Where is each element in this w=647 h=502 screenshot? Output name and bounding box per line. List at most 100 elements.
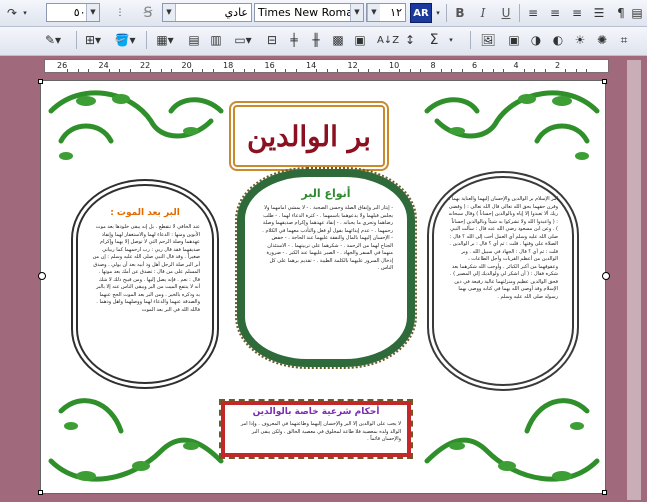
document-page[interactable]: بر الوالدين البر بعد الموت : عند الحاقي … — [40, 80, 606, 494]
ruler-tick — [461, 69, 463, 72]
resize-handle[interactable] — [602, 272, 610, 280]
ruler-tick — [160, 69, 162, 72]
split-cells-icon[interactable]: ⊟ — [262, 30, 282, 50]
sort-descending-icon[interactable]: ↕ — [400, 30, 420, 50]
zoom-select[interactable]: %٥٠ ▼ — [46, 3, 100, 22]
table-properties-icon[interactable]: ▣ — [350, 30, 370, 50]
ruler-scale[interactable]: 26 24 22 20 18 16 14 12 10 8 6 4 2 — [44, 59, 609, 73]
ruler-tick — [316, 69, 318, 72]
ruler-tick — [233, 69, 235, 72]
ruler-label: 10 — [389, 61, 400, 70]
ruler-tick — [108, 69, 110, 72]
left-margin-area — [0, 76, 40, 502]
left-panel[interactable]: البر بعد الموت : عند الحاقي لا تنقطع . ب… — [71, 179, 219, 389]
ruler-label: 2 — [555, 61, 561, 70]
right-panel-text: أمر الإسلام بر الوالدين والإحسان إليهما … — [448, 196, 558, 300]
title-frame[interactable]: بر الوالدين — [229, 101, 389, 171]
styles-pane-icon[interactable]: Ꞩ — [138, 3, 158, 23]
ruler-tick — [399, 69, 401, 72]
italic-button[interactable]: I — [473, 3, 493, 23]
distribute-columns-icon[interactable]: ╫ — [306, 30, 326, 50]
image-mode-icon[interactable]: ▣ — [504, 30, 524, 50]
crop-icon[interactable]: ⌗ — [614, 30, 634, 50]
ruler-tick — [119, 69, 121, 72]
ar-language-label: AR — [413, 7, 429, 19]
rtl-direction-icon[interactable]: ¶ — [611, 3, 631, 23]
ruler-tick — [503, 69, 505, 72]
resize-handle[interactable] — [38, 490, 43, 495]
ruler-tick — [285, 69, 287, 72]
center-panel[interactable]: أنواع البر - إيثار البر وإنفاق الصلة وحس… — [235, 167, 417, 369]
ruler-tick — [575, 69, 577, 72]
separator — [76, 31, 77, 49]
less-brightness-icon[interactable]: ✺ — [592, 30, 612, 50]
ruler-tick — [212, 69, 214, 72]
table-icon[interactable]: ▤ — [184, 30, 204, 50]
less-contrast-icon[interactable]: ◐ — [548, 30, 568, 50]
distribute-rows-icon[interactable]: ╪ — [284, 30, 304, 50]
underline-button[interactable]: U — [496, 3, 516, 23]
resize-handle[interactable] — [602, 79, 607, 84]
align-cell-icon[interactable]: ▭▾ — [228, 30, 258, 50]
drawing-toolbar: ✎▾ ⊞▾ 🪣▾ ▦▾ ▤ ▥ ▭▾ ⊟ ╪ ╫ ▩ ▣ A↓Z ↕ Σ ▾ 🖼… — [0, 27, 647, 56]
resize-handle[interactable] — [602, 490, 607, 495]
italic-label: I — [480, 6, 486, 20]
insert-table-icon[interactable]: ▦▾ — [150, 30, 180, 50]
style-select[interactable]: عادي ▼ — [162, 3, 252, 22]
font-value: Times New Roman — [258, 6, 360, 19]
merge-cells-icon[interactable]: ▥ — [206, 30, 226, 50]
borders-icon[interactable]: ⊞▾ — [80, 30, 106, 50]
ruler-label: 16 — [264, 61, 275, 70]
style-value: عادي — [224, 6, 248, 19]
ruler-tick — [482, 69, 484, 72]
font-size-select[interactable]: ١٢ ▼ — [366, 3, 406, 22]
chevron-down-icon: ▼ — [367, 4, 380, 21]
redo-dropdown-icon[interactable]: ▾ — [20, 3, 30, 23]
ruler-tick — [534, 69, 536, 72]
resize-handle[interactable] — [38, 79, 43, 84]
toolbar-end-icon[interactable]: ▾ — [446, 30, 456, 50]
justify-icon[interactable]: ☰ — [589, 3, 609, 23]
align-center-icon[interactable]: ≡ — [545, 3, 565, 23]
center-panel-text: - إيثار البر وإنفاق الصلة وحسن الصحبة . … — [262, 205, 393, 271]
line-color-icon[interactable]: ✎▾ — [38, 30, 68, 50]
picture-icon[interactable]: 🖼 — [478, 30, 498, 50]
align-right-icon[interactable]: ≡ — [523, 3, 543, 23]
brightness-icon[interactable]: ☀ — [570, 30, 590, 50]
vertical-scrollbar[interactable] — [627, 60, 641, 500]
ruler-tick — [77, 69, 79, 72]
ruler-tick — [544, 69, 546, 72]
ruler-tick — [88, 69, 90, 72]
redo-icon[interactable]: ↷ — [2, 3, 22, 23]
ruler-label: 20 — [181, 61, 192, 70]
chevron-down-icon: ▼ — [350, 4, 363, 21]
autoformat-icon[interactable]: ▩ — [328, 30, 348, 50]
ruler-label: 22 — [140, 61, 151, 70]
center-panel-heading: أنواع البر — [301, 187, 351, 200]
toolbar-grip-icon[interactable]: ⋮ — [114, 3, 126, 23]
ruler-label: 4 — [513, 61, 519, 70]
bold-button[interactable]: B — [450, 3, 470, 23]
resize-handle[interactable] — [38, 272, 46, 280]
numbering-icon[interactable]: ▤ — [630, 3, 644, 23]
ruler-tick — [368, 69, 370, 72]
ar-language-button[interactable]: AR — [410, 3, 432, 23]
language-dropdown-icon[interactable]: ▾ — [433, 3, 443, 23]
fill-color-icon[interactable]: 🪣▾ — [110, 30, 140, 50]
ruler-tick — [243, 69, 245, 72]
formatting-toolbar: ↷ ▾ %٥٠ ▼ ⋮ Ꞩ عادي ▼ Times New Roman ▼ ١… — [0, 0, 647, 27]
ruler-tick — [440, 69, 442, 72]
sort-button[interactable]: A↓Z — [377, 30, 399, 50]
bold-label: B — [455, 6, 465, 20]
contrast-icon[interactable]: ◑ — [526, 30, 546, 50]
ruler-tick — [337, 69, 339, 72]
bottom-panel[interactable]: أحكام شرعية خاصة بالوالدين لا يجب على ال… — [219, 399, 413, 459]
autosum-button[interactable]: Σ — [424, 30, 444, 50]
ruler-tick — [420, 69, 422, 72]
align-left-icon[interactable]: ≡ — [567, 3, 587, 23]
right-panel[interactable]: أمر الإسلام بر الوالدين والإحسان إليهما … — [427, 171, 579, 391]
bottom-panel-text: لا يجب على الوالدين إلا البر والإحسان إل… — [240, 421, 401, 442]
chevron-down-icon: ▼ — [86, 4, 99, 21]
ruler-label: 14 — [306, 61, 317, 70]
font-select[interactable]: Times New Roman ▼ — [254, 3, 364, 22]
